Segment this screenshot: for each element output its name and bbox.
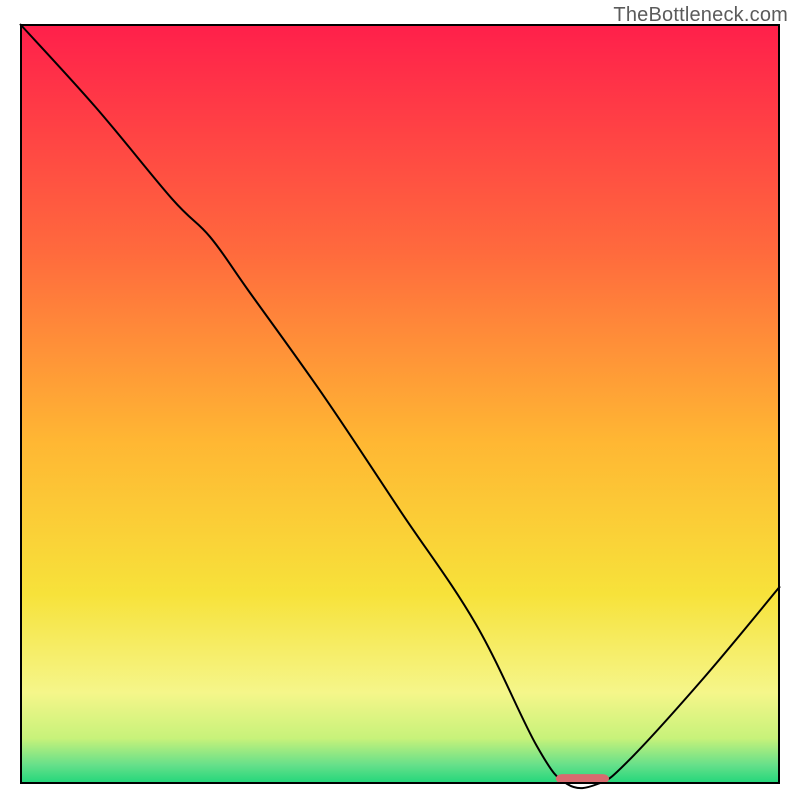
optimal-marker bbox=[556, 774, 609, 783]
plot-area bbox=[20, 24, 780, 784]
chart-svg bbox=[20, 24, 780, 784]
bottleneck-curve bbox=[20, 24, 780, 788]
